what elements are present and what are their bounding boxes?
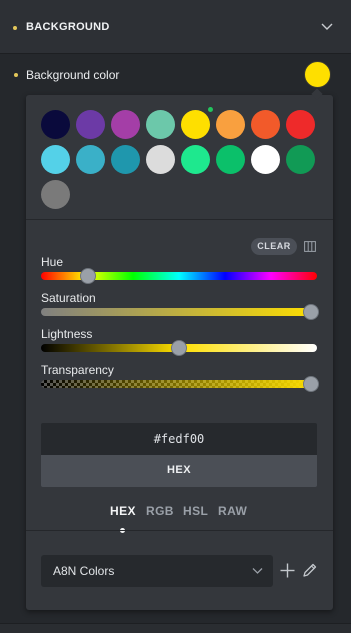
presets-divider [26,219,333,220]
selected-swatch-indicator [208,107,213,112]
saturation-slider[interactable] [41,308,317,316]
lightness-slider-handle[interactable] [171,340,187,356]
preset-swatch[interactable] [41,110,70,139]
hue-label: Hue [41,255,64,269]
saturation-slider-handle[interactable] [303,304,319,320]
tab-hsl[interactable]: HSL [183,504,208,518]
columns-icon[interactable] [304,241,316,252]
section-header[interactable]: BACKGROUND [0,0,351,54]
transparency-label: Transparency [41,363,114,377]
tab-rgb[interactable]: RGB [146,504,174,518]
transparency-slider-handle[interactable] [303,376,319,392]
bottom-section-edge [0,623,351,633]
saturation-label: Saturation [41,291,96,305]
preset-swatch[interactable] [146,110,175,139]
preset-swatch[interactable] [286,110,315,139]
preset-swatch[interactable] [216,110,245,139]
preset-swatch[interactable] [111,110,140,139]
preset-swatch[interactable] [41,145,70,174]
field-indicator-dot [14,73,18,77]
preset-swatch[interactable] [76,110,105,139]
preset-swatch[interactable] [251,110,280,139]
preset-swatch[interactable] [41,180,70,209]
chevron-down-icon [252,568,263,574]
clear-button[interactable]: CLEAR [251,238,297,255]
plus-icon[interactable] [280,563,295,578]
section-title: BACKGROUND [26,21,110,33]
pencil-icon[interactable] [302,562,318,578]
palette-select[interactable]: A8N Colors [41,555,273,587]
background-color-label: Background color [26,68,120,82]
tabs-divider [26,530,333,531]
preset-swatch[interactable] [181,145,210,174]
format-label: HEX [41,455,317,487]
palette-select-value: A8N Colors [53,564,115,578]
preset-swatch[interactable] [146,145,175,174]
preset-swatch[interactable] [76,145,105,174]
transparency-slider[interactable] [41,380,317,388]
hex-input[interactable]: #fedf00 [41,423,317,455]
lightness-label: Lightness [41,327,93,341]
preset-swatch[interactable] [111,145,140,174]
tab-hex[interactable]: HEX [110,504,136,518]
tab-raw[interactable]: RAW [218,504,247,518]
preset-swatch[interactable] [286,145,315,174]
preset-swatch[interactable] [251,145,280,174]
current-color-swatch[interactable] [304,61,331,88]
preset-swatch[interactable] [216,145,245,174]
hue-slider-handle[interactable] [79,268,96,284]
section-indicator-dot [13,26,17,30]
preset-swatch[interactable] [181,110,210,139]
chevron-down-icon[interactable] [321,22,333,32]
